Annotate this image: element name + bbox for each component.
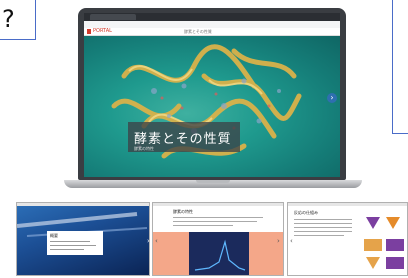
text-line xyxy=(294,227,352,228)
chevron-right-icon[interactable]: › xyxy=(147,237,149,245)
thumbnail-3[interactable]: 反応の仕組み ‹ xyxy=(287,202,408,276)
next-slide-button[interactable]: › xyxy=(327,93,337,103)
thumbnail-topbar xyxy=(153,203,283,206)
text-line xyxy=(294,219,352,220)
chevron-left-icon[interactable]: ‹ xyxy=(155,237,158,245)
text-line xyxy=(173,217,263,218)
text-line xyxy=(294,223,352,224)
app-logo-icon[interactable] xyxy=(87,29,91,34)
hero-caption: 酵素とその性質 xyxy=(134,132,232,147)
protein-structure-illustration xyxy=(111,44,302,159)
laptop-notch xyxy=(196,180,230,183)
chart-curve xyxy=(194,239,246,271)
text-line xyxy=(294,231,352,232)
chevron-right-icon: › xyxy=(330,93,334,102)
thumbnail-title: 酵素の特性 xyxy=(173,209,193,214)
app-logo-text[interactable]: PORTAL xyxy=(93,28,112,35)
browser-tabbar xyxy=(84,13,340,21)
thumbnail-1[interactable]: 概要 › xyxy=(16,202,150,276)
enzyme-diagram xyxy=(364,217,404,269)
annotation-box-right xyxy=(392,0,408,134)
browser-toolbar xyxy=(84,21,340,35)
text-line xyxy=(50,249,84,250)
browser-tab[interactable] xyxy=(90,14,136,20)
annotation-box-left: ? xyxy=(0,0,36,40)
app-title: 酵素とその性質 xyxy=(184,29,212,34)
question-mark: ? xyxy=(2,5,15,33)
text-line xyxy=(50,241,90,242)
laptop-screen: PORTAL 酵素とその性質 › xyxy=(84,13,340,177)
chevron-right-icon[interactable]: › xyxy=(277,237,280,245)
chart-image xyxy=(189,232,249,275)
text-line xyxy=(294,235,344,236)
chevron-left-icon[interactable]: ‹ xyxy=(290,237,293,245)
hero-caption-sub: 酵素の特性 xyxy=(134,146,154,151)
text-line xyxy=(50,245,96,246)
text-line xyxy=(173,221,257,222)
thumbnail-title: 概要 xyxy=(50,233,58,238)
thumbnail-topbar xyxy=(288,203,407,206)
thumbnail-2[interactable]: 酵素の特性 ‹ › xyxy=(152,202,284,276)
text-line xyxy=(173,225,233,226)
app-header xyxy=(84,28,340,36)
thumbnail-title: 反応の仕組み xyxy=(294,210,318,215)
